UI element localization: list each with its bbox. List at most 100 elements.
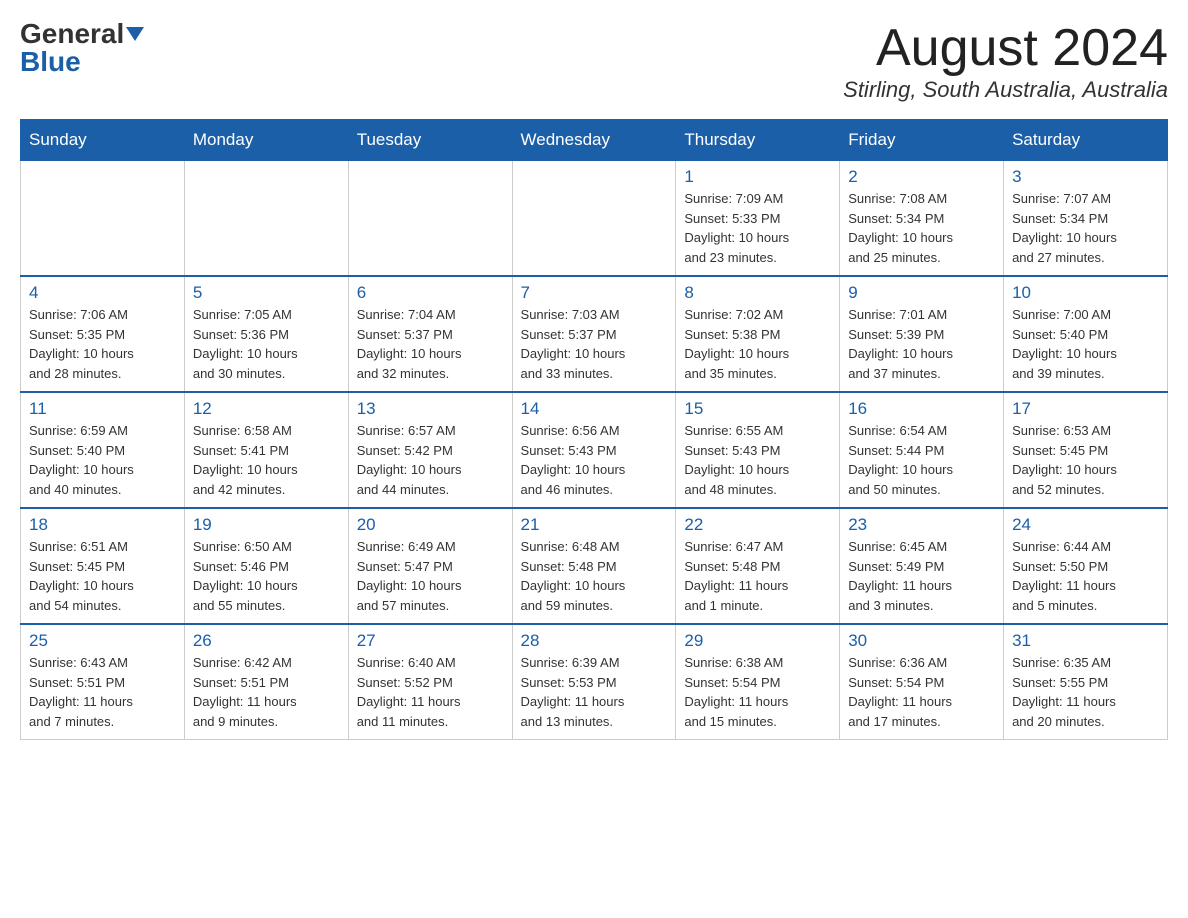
day-info: Sunrise: 6:56 AM Sunset: 5:43 PM Dayligh… [521, 421, 668, 499]
calendar-cell [348, 161, 512, 277]
calendar-cell: 3Sunrise: 7:07 AM Sunset: 5:34 PM Daylig… [1004, 161, 1168, 277]
calendar-cell [21, 161, 185, 277]
calendar-table: SundayMondayTuesdayWednesdayThursdayFrid… [20, 119, 1168, 740]
calendar-cell: 4Sunrise: 7:06 AM Sunset: 5:35 PM Daylig… [21, 276, 185, 392]
day-info: Sunrise: 7:03 AM Sunset: 5:37 PM Dayligh… [521, 305, 668, 383]
day-number: 15 [684, 399, 831, 419]
calendar-cell: 5Sunrise: 7:05 AM Sunset: 5:36 PM Daylig… [184, 276, 348, 392]
calendar-cell [184, 161, 348, 277]
day-info: Sunrise: 7:04 AM Sunset: 5:37 PM Dayligh… [357, 305, 504, 383]
calendar-cell: 17Sunrise: 6:53 AM Sunset: 5:45 PM Dayli… [1004, 392, 1168, 508]
calendar-cell: 10Sunrise: 7:00 AM Sunset: 5:40 PM Dayli… [1004, 276, 1168, 392]
calendar-cell: 20Sunrise: 6:49 AM Sunset: 5:47 PM Dayli… [348, 508, 512, 624]
day-number: 19 [193, 515, 340, 535]
calendar-cell: 7Sunrise: 7:03 AM Sunset: 5:37 PM Daylig… [512, 276, 676, 392]
day-number: 27 [357, 631, 504, 651]
calendar-cell: 21Sunrise: 6:48 AM Sunset: 5:48 PM Dayli… [512, 508, 676, 624]
day-number: 4 [29, 283, 176, 303]
calendar-cell: 26Sunrise: 6:42 AM Sunset: 5:51 PM Dayli… [184, 624, 348, 740]
title-area: August 2024 Stirling, South Australia, A… [843, 20, 1168, 103]
day-number: 30 [848, 631, 995, 651]
logo-triangle-icon [126, 27, 144, 41]
calendar-day-header: Friday [840, 120, 1004, 161]
day-number: 23 [848, 515, 995, 535]
calendar-cell: 28Sunrise: 6:39 AM Sunset: 5:53 PM Dayli… [512, 624, 676, 740]
calendar-cell: 8Sunrise: 7:02 AM Sunset: 5:38 PM Daylig… [676, 276, 840, 392]
day-number: 12 [193, 399, 340, 419]
day-info: Sunrise: 6:51 AM Sunset: 5:45 PM Dayligh… [29, 537, 176, 615]
day-number: 26 [193, 631, 340, 651]
day-info: Sunrise: 6:35 AM Sunset: 5:55 PM Dayligh… [1012, 653, 1159, 731]
calendar-cell: 29Sunrise: 6:38 AM Sunset: 5:54 PM Dayli… [676, 624, 840, 740]
calendar-cell: 27Sunrise: 6:40 AM Sunset: 5:52 PM Dayli… [348, 624, 512, 740]
day-number: 7 [521, 283, 668, 303]
day-number: 24 [1012, 515, 1159, 535]
calendar-cell: 18Sunrise: 6:51 AM Sunset: 5:45 PM Dayli… [21, 508, 185, 624]
day-info: Sunrise: 6:50 AM Sunset: 5:46 PM Dayligh… [193, 537, 340, 615]
day-number: 10 [1012, 283, 1159, 303]
day-info: Sunrise: 6:47 AM Sunset: 5:48 PM Dayligh… [684, 537, 831, 615]
day-info: Sunrise: 6:57 AM Sunset: 5:42 PM Dayligh… [357, 421, 504, 499]
calendar-cell: 9Sunrise: 7:01 AM Sunset: 5:39 PM Daylig… [840, 276, 1004, 392]
day-info: Sunrise: 7:01 AM Sunset: 5:39 PM Dayligh… [848, 305, 995, 383]
page-header: General Blue August 2024 Stirling, South… [20, 20, 1168, 103]
calendar-day-header: Tuesday [348, 120, 512, 161]
calendar-cell: 19Sunrise: 6:50 AM Sunset: 5:46 PM Dayli… [184, 508, 348, 624]
day-number: 5 [193, 283, 340, 303]
day-info: Sunrise: 7:02 AM Sunset: 5:38 PM Dayligh… [684, 305, 831, 383]
calendar-cell [512, 161, 676, 277]
calendar-day-header: Monday [184, 120, 348, 161]
day-number: 25 [29, 631, 176, 651]
day-number: 31 [1012, 631, 1159, 651]
day-info: Sunrise: 6:54 AM Sunset: 5:44 PM Dayligh… [848, 421, 995, 499]
day-number: 14 [521, 399, 668, 419]
day-number: 6 [357, 283, 504, 303]
day-info: Sunrise: 6:42 AM Sunset: 5:51 PM Dayligh… [193, 653, 340, 731]
calendar-cell: 22Sunrise: 6:47 AM Sunset: 5:48 PM Dayli… [676, 508, 840, 624]
day-info: Sunrise: 6:39 AM Sunset: 5:53 PM Dayligh… [521, 653, 668, 731]
logo-blue: Blue [20, 46, 81, 77]
day-number: 3 [1012, 167, 1159, 187]
calendar-week-row: 25Sunrise: 6:43 AM Sunset: 5:51 PM Dayli… [21, 624, 1168, 740]
day-info: Sunrise: 6:48 AM Sunset: 5:48 PM Dayligh… [521, 537, 668, 615]
calendar-cell: 31Sunrise: 6:35 AM Sunset: 5:55 PM Dayli… [1004, 624, 1168, 740]
calendar-cell: 2Sunrise: 7:08 AM Sunset: 5:34 PM Daylig… [840, 161, 1004, 277]
calendar-cell: 11Sunrise: 6:59 AM Sunset: 5:40 PM Dayli… [21, 392, 185, 508]
day-info: Sunrise: 6:59 AM Sunset: 5:40 PM Dayligh… [29, 421, 176, 499]
day-info: Sunrise: 7:09 AM Sunset: 5:33 PM Dayligh… [684, 189, 831, 267]
day-info: Sunrise: 6:55 AM Sunset: 5:43 PM Dayligh… [684, 421, 831, 499]
day-info: Sunrise: 7:05 AM Sunset: 5:36 PM Dayligh… [193, 305, 340, 383]
day-number: 16 [848, 399, 995, 419]
day-info: Sunrise: 6:36 AM Sunset: 5:54 PM Dayligh… [848, 653, 995, 731]
day-info: Sunrise: 6:53 AM Sunset: 5:45 PM Dayligh… [1012, 421, 1159, 499]
day-info: Sunrise: 7:07 AM Sunset: 5:34 PM Dayligh… [1012, 189, 1159, 267]
calendar-cell: 15Sunrise: 6:55 AM Sunset: 5:43 PM Dayli… [676, 392, 840, 508]
calendar-cell: 14Sunrise: 6:56 AM Sunset: 5:43 PM Dayli… [512, 392, 676, 508]
day-number: 13 [357, 399, 504, 419]
day-info: Sunrise: 6:45 AM Sunset: 5:49 PM Dayligh… [848, 537, 995, 615]
logo-general: General [20, 20, 124, 48]
calendar-cell: 25Sunrise: 6:43 AM Sunset: 5:51 PM Dayli… [21, 624, 185, 740]
calendar-cell: 23Sunrise: 6:45 AM Sunset: 5:49 PM Dayli… [840, 508, 1004, 624]
calendar-cell: 16Sunrise: 6:54 AM Sunset: 5:44 PM Dayli… [840, 392, 1004, 508]
calendar-cell: 13Sunrise: 6:57 AM Sunset: 5:42 PM Dayli… [348, 392, 512, 508]
calendar-week-row: 1Sunrise: 7:09 AM Sunset: 5:33 PM Daylig… [21, 161, 1168, 277]
day-number: 29 [684, 631, 831, 651]
day-number: 9 [848, 283, 995, 303]
calendar-day-header: Sunday [21, 120, 185, 161]
day-info: Sunrise: 7:00 AM Sunset: 5:40 PM Dayligh… [1012, 305, 1159, 383]
day-number: 2 [848, 167, 995, 187]
calendar-header-row: SundayMondayTuesdayWednesdayThursdayFrid… [21, 120, 1168, 161]
location-title: Stirling, South Australia, Australia [843, 77, 1168, 103]
day-info: Sunrise: 6:49 AM Sunset: 5:47 PM Dayligh… [357, 537, 504, 615]
day-info: Sunrise: 6:44 AM Sunset: 5:50 PM Dayligh… [1012, 537, 1159, 615]
logo: General Blue [20, 20, 144, 76]
day-info: Sunrise: 6:58 AM Sunset: 5:41 PM Dayligh… [193, 421, 340, 499]
calendar-week-row: 18Sunrise: 6:51 AM Sunset: 5:45 PM Dayli… [21, 508, 1168, 624]
day-number: 17 [1012, 399, 1159, 419]
day-info: Sunrise: 7:08 AM Sunset: 5:34 PM Dayligh… [848, 189, 995, 267]
day-info: Sunrise: 6:43 AM Sunset: 5:51 PM Dayligh… [29, 653, 176, 731]
calendar-day-header: Thursday [676, 120, 840, 161]
day-info: Sunrise: 7:06 AM Sunset: 5:35 PM Dayligh… [29, 305, 176, 383]
day-number: 8 [684, 283, 831, 303]
